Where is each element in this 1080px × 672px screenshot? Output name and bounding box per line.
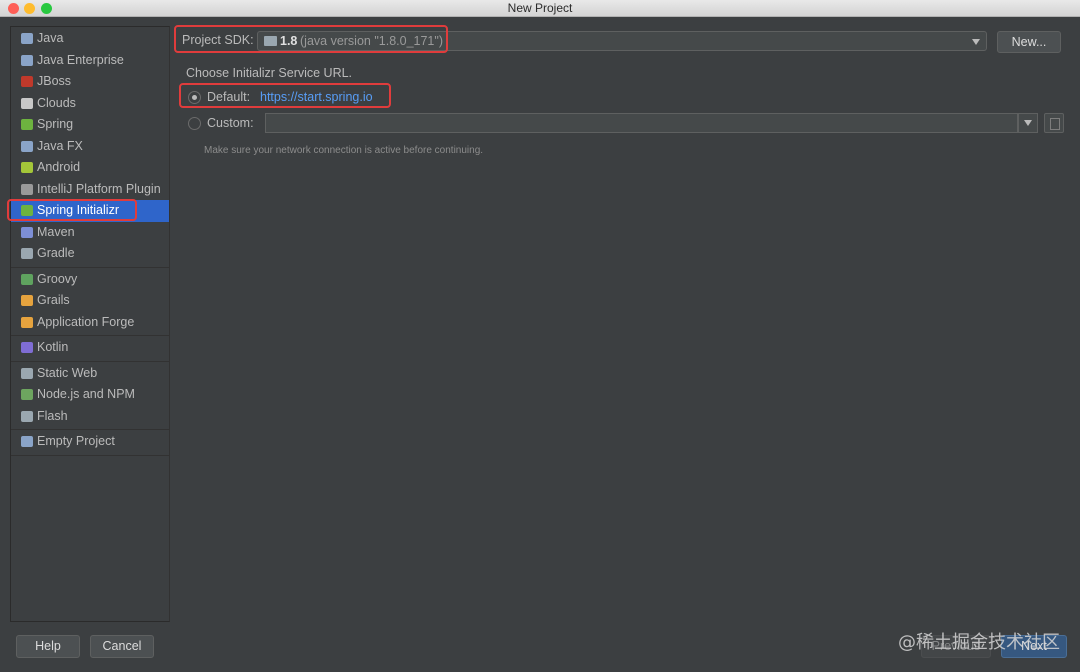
watermark-text: @稀土掘金技术社区: [898, 632, 1060, 653]
window-title: New Project: [507, 1, 573, 15]
sidebar-item-maven[interactable]: Maven: [11, 222, 169, 244]
sidebar-item-groovy[interactable]: Groovy: [11, 269, 169, 291]
sidebar-item-java[interactable]: Java: [11, 28, 169, 50]
folder-icon: [21, 140, 33, 152]
sidebar-item-label: IntelliJ Platform Plugin: [37, 181, 161, 196]
sidebar-item-label: Clouds: [37, 95, 76, 110]
sidebar-item-label: Java Enterprise: [37, 52, 124, 67]
sidebar-item-grails[interactable]: Grails: [11, 290, 169, 312]
chevron-down-icon: [1024, 120, 1032, 126]
sidebar-item-label: Static Web: [37, 365, 98, 380]
sidebar-item-label: Kotlin: [37, 340, 69, 354]
sidebar-item-label: Application Forge: [37, 314, 135, 329]
window-close-icon[interactable]: [8, 3, 19, 14]
flash-icon: [21, 410, 33, 422]
window-minimize-icon[interactable]: [24, 3, 35, 14]
kotlin-icon: [21, 342, 33, 353]
sidebar-item-label: Groovy: [37, 271, 78, 286]
sidebar-item-gradle[interactable]: Gradle: [11, 243, 169, 265]
custom-url-label: Custom:: [207, 116, 254, 130]
cloud-icon: [21, 97, 33, 109]
network-hint: Make sure your network connection is act…: [204, 145, 484, 156]
gradle-icon: [21, 248, 33, 259]
new-sdk-button[interactable]: New...: [997, 31, 1061, 53]
main-panel: Project SDK: 1.8 (java version "1.8.0_17…: [168, 16, 1080, 626]
sidebar-item-flash[interactable]: Flash: [11, 406, 169, 428]
sidebar-item-label: JBoss: [37, 74, 72, 88]
title-bar: New Project: [0, 0, 1080, 17]
spring-leaf-icon: [21, 119, 33, 130]
sidebar-item-kotlin[interactable]: Kotlin: [11, 337, 169, 359]
sidebar-group: Java Java Enterprise JBoss Clouds Spring Java…: [11, 27, 169, 268]
sidebar-item-label: Spring: [37, 117, 74, 131]
sidebar-item-intellij-platform-plugin[interactable]: IntelliJ Platform Plugin: [11, 179, 169, 201]
sidebar-group: Empty Project: [11, 430, 169, 456]
sidebar-group: Kotlin: [11, 336, 169, 362]
java-enterprise-icon: [21, 54, 33, 66]
sidebar-item-clouds[interactable]: Clouds: [11, 93, 169, 115]
folder-icon: [21, 436, 33, 447]
project-type-list: Java Java Enterprise JBoss Clouds Spring Java…: [10, 26, 170, 622]
custom-url-dropdown-button[interactable]: [1018, 113, 1038, 133]
sidebar-item-static-web[interactable]: Static Web: [11, 363, 169, 385]
service-url-heading: Choose Initializr Service URL.: [186, 66, 353, 80]
jboss-icon: [21, 76, 33, 87]
sidebar-item-label: Java: [37, 31, 64, 45]
grails-icon: [21, 295, 33, 306]
sidebar-item-spring[interactable]: Spring: [11, 114, 169, 136]
sidebar-item-label: Java FX: [37, 138, 83, 153]
chevron-down-icon[interactable]: [972, 39, 980, 45]
plugin-icon: [21, 183, 33, 195]
sidebar-item-java-enterprise[interactable]: Java Enterprise: [11, 50, 169, 72]
sidebar-item-label: Empty Project: [37, 434, 115, 448]
sdk-highlight-outline: [174, 25, 448, 53]
sidebar-item-label: Android: [37, 160, 81, 174]
maven-icon: [21, 226, 33, 238]
globe-icon: [21, 367, 33, 379]
sidebar-item-java-fx[interactable]: Java FX: [11, 136, 169, 158]
sidebar-item-spring-initializr[interactable]: Spring Initializr: [11, 200, 169, 222]
custom-url-browse-icon[interactable]: [1044, 113, 1064, 133]
help-button[interactable]: Help: [16, 635, 80, 658]
sidebar-group: Static Web Node.js and NPM Flash: [11, 362, 169, 430]
sidebar-item-jboss[interactable]: JBoss: [11, 71, 169, 93]
spring-initializr-icon: [21, 205, 33, 216]
sidebar-item-android[interactable]: Android: [11, 157, 169, 179]
android-icon: [21, 162, 33, 173]
sidebar-item-label: Grails: [37, 293, 70, 307]
sidebar-group: Groovy Grails Application Forge: [11, 268, 169, 336]
sidebar-item-label: Flash: [37, 408, 68, 423]
sidebar-item-label: Gradle: [37, 246, 75, 260]
sidebar-item-empty-project[interactable]: Empty Project: [11, 431, 169, 453]
default-url-highlight-outline: [179, 83, 391, 108]
sidebar-item-label: Maven: [37, 224, 75, 239]
sidebar-item-label: Spring Initializr: [37, 203, 119, 217]
sidebar-item-label: Node.js and NPM: [37, 387, 135, 401]
custom-url-radio[interactable]: [188, 117, 201, 130]
application-forge-icon: [21, 316, 33, 328]
folder-icon: [21, 33, 33, 44]
cancel-button[interactable]: Cancel: [90, 635, 154, 658]
sidebar-item-node-js-and-npm[interactable]: Node.js and NPM: [11, 384, 169, 406]
nodejs-icon: [21, 389, 33, 400]
custom-url-input[interactable]: [265, 113, 1018, 133]
window-maximize-icon[interactable]: [41, 3, 52, 14]
sidebar-item-application-forge[interactable]: Application Forge: [11, 312, 169, 334]
groovy-icon: [21, 273, 33, 285]
